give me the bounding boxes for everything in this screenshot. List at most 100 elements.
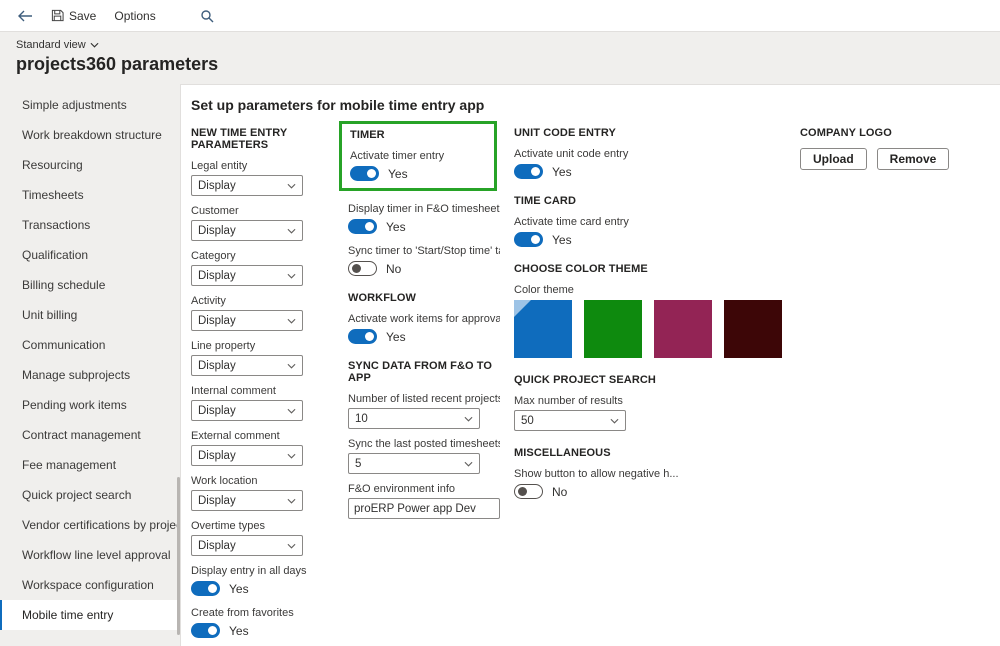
color-swatch-berry[interactable] [654,300,712,358]
sync-timer-toggle[interactable] [348,261,377,276]
sidebar-item-communication[interactable]: Communication [0,330,180,360]
section-title-workflow: WORKFLOW [348,292,500,304]
field-external-comment: External comment Display [191,430,336,466]
chevron-down-icon [287,228,296,234]
save-button[interactable]: Save [44,5,103,27]
sidebar-item-vendor-certifications[interactable]: Vendor certifications by project [0,510,180,540]
external-comment-dropdown[interactable]: Display [191,445,303,466]
field-work-location: Work location Display [191,475,336,511]
options-button[interactable]: Options [107,5,162,27]
section-company-logo: COMPANY LOGO Upload Remove [800,127,992,170]
chevron-down-icon [287,183,296,189]
sidebar-item-timesheets[interactable]: Timesheets [0,180,180,210]
sidebar-item-manage-subprojects[interactable]: Manage subprojects [0,360,180,390]
chevron-down-icon [610,418,619,424]
remove-button[interactable]: Remove [877,148,950,170]
sidebar-item-workspace-configuration[interactable]: Workspace configuration [0,570,180,600]
display-entry-all-days-toggle[interactable] [191,581,220,596]
sidebar-item-workflow-line-level-approval[interactable]: Workflow line level approval [0,540,180,570]
chevron-down-icon [287,318,296,324]
search-icon [200,9,214,23]
field-activity: Activity Display [191,295,336,331]
recent-projects-dropdown[interactable]: 10 [348,408,480,429]
field-category: Category Display [191,250,336,286]
internal-comment-dropdown[interactable]: Display [191,400,303,421]
back-arrow-icon [17,10,33,22]
content-heading: Set up parameters for mobile time entry … [191,97,992,113]
field-internal-comment: Internal comment Display [191,385,336,421]
sidebar-item-quick-project-search[interactable]: Quick project search [0,480,180,510]
chevron-down-icon [287,273,296,279]
save-label: Save [69,9,96,23]
field-activate-timer: Activate timer entry Yes [350,150,486,181]
field-activate-work-items: Activate work items for approval Yes [348,313,500,344]
environment-info-input[interactable] [348,498,500,519]
section-title-quick-project-search: QUICK PROJECT SEARCH [514,374,784,386]
sidebar-item-transactions[interactable]: Transactions [0,210,180,240]
back-button[interactable] [10,6,40,26]
field-customer: Customer Display [191,205,336,241]
max-results-dropdown[interactable]: 50 [514,410,626,431]
activity-dropdown[interactable]: Display [191,310,303,331]
chevron-down-icon [464,416,473,422]
field-activate-unit-code: Activate unit code entry Yes [514,148,784,179]
color-theme-swatches [514,300,784,358]
upload-button[interactable]: Upload [800,148,867,170]
chevron-down-icon [287,498,296,504]
field-posted-timesheets: Sync the last posted timesheets 5 [348,438,500,474]
sidebar-item-pending-work-items[interactable]: Pending work items [0,390,180,420]
chevron-down-icon [287,543,296,549]
field-negative-hours: Show button to allow negative h... No [514,468,784,499]
section-title-sync-data: SYNC DATA FROM F&O TO APP [348,360,500,384]
timer-highlight-box: TIMER Activate timer entry Yes [339,121,497,191]
field-legal-entity: Legal entity Display [191,160,336,196]
legal-entity-dropdown[interactable]: Display [191,175,303,196]
view-selector-label: Standard view [16,39,86,51]
sidebar-item-qualification[interactable]: Qualification [0,240,180,270]
work-location-dropdown[interactable]: Display [191,490,303,511]
display-timer-fo-toggle[interactable] [348,219,377,234]
section-title-miscellaneous: MISCELLANEOUS [514,447,784,459]
section-title-time-card: TIME CARD [514,195,784,207]
view-selector[interactable]: Standard view [16,39,99,51]
activate-unit-code-toggle[interactable] [514,164,543,179]
create-from-favorites-toggle[interactable] [191,623,220,638]
sidebar-scrollbar-thumb[interactable] [177,477,180,634]
negative-hours-toggle[interactable] [514,484,543,499]
chevron-down-icon [287,453,296,459]
section-timer: TIMER Activate timer entry Yes Display t… [348,127,500,528]
sidebar-item-contract-management[interactable]: Contract management [0,420,180,450]
line-property-dropdown[interactable]: Display [191,355,303,376]
sidebar-item-resourcing[interactable]: Resourcing [0,150,180,180]
search-button[interactable] [193,5,221,27]
sidebar-item-unit-billing[interactable]: Unit billing [0,300,180,330]
field-line-property: Line property Display [191,340,336,376]
field-overtime-types: Overtime types Display [191,520,336,556]
section-title-unit-code: UNIT CODE ENTRY [514,127,784,139]
color-swatch-dark-maroon[interactable] [724,300,782,358]
save-icon [51,9,64,22]
category-dropdown[interactable]: Display [191,265,303,286]
section-unit-code: UNIT CODE ENTRY Activate unit code entry… [514,127,784,510]
chevron-down-icon [464,461,473,467]
field-display-timer-fo: Display timer in F&O timesheet Yes [348,203,500,234]
posted-timesheets-dropdown[interactable]: 5 [348,453,480,474]
activate-time-card-toggle[interactable] [514,232,543,247]
sidebar-item-billing-schedule[interactable]: Billing schedule [0,270,180,300]
sidebar-item-mobile-time-entry[interactable]: Mobile time entry [0,600,180,630]
field-activate-time-card: Activate time card entry Yes [514,216,784,247]
sidebar-item-work-breakdown-structure[interactable]: Work breakdown structure [0,120,180,150]
chevron-down-icon [90,42,99,48]
customer-dropdown[interactable]: Display [191,220,303,241]
top-toolbar: Save Options [0,0,1000,32]
color-swatch-green[interactable] [584,300,642,358]
field-sync-timer: Sync timer to 'Start/Stop time' ta... No [348,245,500,276]
sidebar-scrollbar[interactable] [176,84,180,646]
sidebar-item-fee-management[interactable]: Fee management [0,450,180,480]
sidebar-item-simple-adjustments[interactable]: Simple adjustments [0,90,180,120]
section-new-time-entry: NEW TIME ENTRY PARAMETERS Legal entity D… [191,127,336,646]
activate-timer-toggle[interactable] [350,166,379,181]
activate-work-items-toggle[interactable] [348,329,377,344]
color-swatch-blue[interactable] [514,300,572,358]
overtime-types-dropdown[interactable]: Display [191,535,303,556]
